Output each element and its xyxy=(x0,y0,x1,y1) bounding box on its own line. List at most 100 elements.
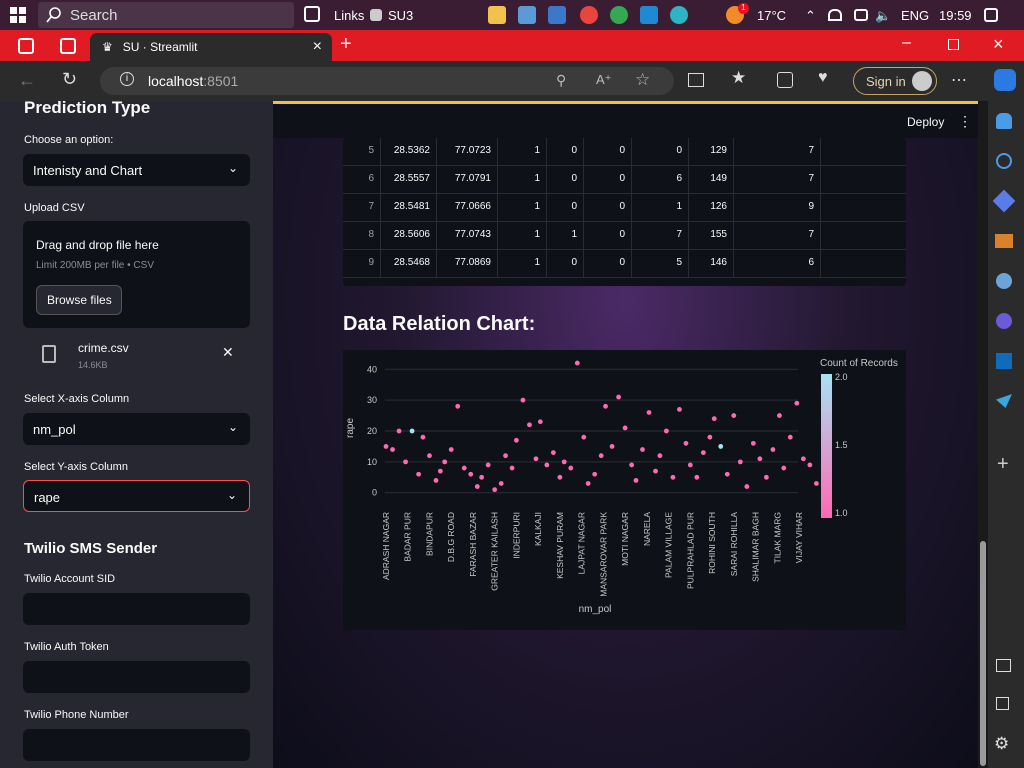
su3-label[interactable]: SU3 xyxy=(388,8,413,23)
remove-file-icon[interactable]: ✕ xyxy=(222,344,234,361)
table-row[interactable]: 9 28.5468 77.0869 1 0 0 5 146 6 xyxy=(343,250,906,278)
deploy-button[interactable]: Deploy xyxy=(907,115,944,129)
chrome-profile-icon[interactable] xyxy=(610,6,628,24)
health-icon[interactable]: ♥ xyxy=(818,69,828,87)
main-menu-icon[interactable]: ⋮ xyxy=(958,113,972,130)
back-icon[interactable]: ← xyxy=(18,70,36,91)
clock[interactable]: 19:59 xyxy=(939,8,972,23)
tab-streamlit[interactable]: ♛ SU · Streamlit × xyxy=(90,33,332,61)
data-point xyxy=(724,471,730,477)
table-cell: 28.5557 xyxy=(381,166,437,194)
tag-icon[interactable] xyxy=(992,189,1016,213)
data-point xyxy=(390,447,395,452)
table-row[interactable]: 5 28.5362 77.0723 1 0 0 0 129 7 xyxy=(343,138,906,166)
printer-icon[interactable] xyxy=(854,9,868,21)
links-label[interactable]: Links xyxy=(334,8,364,23)
scatter-chart[interactable]: 0 10 20 30 40 rape ADRASH NAGAR BADAR PUR BINDAP… xyxy=(343,350,906,630)
read-aloud-icon[interactable]: A⁺ xyxy=(596,72,612,88)
phone-number-input[interactable] xyxy=(23,729,250,761)
streamlit-header: Deploy ⋮ xyxy=(273,101,978,138)
table-cell: 77.0723 xyxy=(437,138,498,166)
colorbar-tick-label: 2.0 xyxy=(835,372,848,382)
y-axis-select[interactable]: rape ⌄ xyxy=(23,480,250,512)
account-sid-label: Twilio Account SID xyxy=(24,573,116,585)
open-external-icon[interactable] xyxy=(996,697,1009,710)
data-point xyxy=(763,474,769,480)
language-indicator[interactable]: ENG xyxy=(901,8,929,23)
data-point xyxy=(568,465,574,471)
url-field[interactable]: i localhost:8501 ⚲ A⁺ ☆ xyxy=(100,67,674,95)
table-row[interactable]: 7 28.5481 77.0666 1 0 0 1 126 9 xyxy=(343,194,906,222)
close-window-icon[interactable]: × xyxy=(993,34,1004,55)
chevron-up-icon[interactable]: ⌃ xyxy=(805,8,816,24)
data-table[interactable]: 5 28.5362 77.0723 1 0 0 0 129 7 6 28.5557 77.0791 1 0… xyxy=(343,138,906,286)
account-sid-input[interactable] xyxy=(23,593,250,625)
vscode-icon[interactable] xyxy=(640,6,658,24)
file-explorer-icon[interactable] xyxy=(488,6,506,24)
table-row[interactable]: 6 28.5557 77.0791 1 0 0 6 149 7 xyxy=(343,166,906,194)
data-point xyxy=(664,428,669,434)
send-icon[interactable] xyxy=(996,394,1012,408)
volume-icon[interactable]: 🔈 xyxy=(875,8,891,24)
data-point xyxy=(461,465,467,471)
data-point xyxy=(670,474,676,480)
data-point xyxy=(694,474,700,480)
tab-actions-icon[interactable] xyxy=(60,38,76,54)
minimize-icon[interactable]: – xyxy=(902,34,911,52)
mail-icon[interactable] xyxy=(548,6,566,24)
add-icon[interactable]: + xyxy=(997,453,1009,476)
x-tick-label: PALAM VILLAGE xyxy=(664,512,674,578)
collections-icon[interactable] xyxy=(777,72,793,88)
person-icon[interactable] xyxy=(996,273,1012,289)
split-screen-icon[interactable] xyxy=(688,73,704,87)
bell-icon[interactable] xyxy=(996,113,1012,129)
table-cell: 0 xyxy=(547,194,584,222)
settings-gear-icon[interactable]: ⚙ xyxy=(994,734,1009,754)
row-index-cell: 8 xyxy=(343,222,381,250)
table-row[interactable]: 8 28.5606 77.0743 1 1 0 7 155 7 xyxy=(343,222,906,250)
sidebar-toggle-icon[interactable] xyxy=(996,659,1011,672)
taskbar-search[interactable]: Search xyxy=(38,2,294,28)
data-point xyxy=(468,471,474,477)
data-point xyxy=(485,462,491,468)
temperature[interactable]: 17°C xyxy=(757,8,786,23)
data-point xyxy=(677,406,682,412)
windows-start-icon[interactable] xyxy=(10,7,26,23)
prediction-type-select[interactable]: Intenisty and Chart ⌄ xyxy=(23,154,250,186)
data-point xyxy=(474,484,480,489)
close-tab-icon[interactable]: × xyxy=(313,38,322,56)
network-icon[interactable] xyxy=(828,9,842,21)
workspaces-icon[interactable] xyxy=(18,38,34,54)
favorite-star-icon[interactable]: ☆ xyxy=(635,70,650,90)
file-dropzone[interactable]: Drag and drop file here Limit 200MB per … xyxy=(23,221,250,328)
phone-number-label: Twilio Phone Number xyxy=(24,709,129,721)
outlook-icon[interactable] xyxy=(996,353,1012,369)
chart-svg[interactable]: 0 10 20 30 40 rape ADRASH NAGAR BADAR PUR BINDAP… xyxy=(343,350,906,630)
site-info-icon[interactable]: i xyxy=(120,72,134,86)
browse-files-button[interactable]: Browse files xyxy=(36,285,122,315)
refresh-icon[interactable]: ↻ xyxy=(62,69,77,90)
edge-icon[interactable] xyxy=(670,6,688,24)
su3-icon[interactable] xyxy=(370,9,382,21)
restore-icon[interactable] xyxy=(948,39,959,50)
data-point xyxy=(527,422,532,428)
x-axis-select[interactable]: nm_pol ⌄ xyxy=(23,413,250,445)
page-scrollbar[interactable] xyxy=(978,101,988,768)
auth-token-input[interactable] xyxy=(23,661,250,693)
games-icon[interactable] xyxy=(996,313,1012,329)
chrome-icon[interactable] xyxy=(580,6,598,24)
notifications-icon[interactable] xyxy=(984,8,998,22)
scrollbar-thumb[interactable] xyxy=(980,541,986,766)
search-sidebar-icon[interactable] xyxy=(996,153,1012,169)
store-icon[interactable] xyxy=(518,6,536,24)
more-menu-icon[interactable]: ⋯ xyxy=(951,70,967,90)
favorites-icon[interactable]: ★ xyxy=(731,68,746,88)
choose-option-label: Choose an option: xyxy=(24,134,114,146)
new-tab-icon[interactable]: + xyxy=(340,33,352,56)
data-point xyxy=(442,459,448,465)
copilot-icon[interactable] xyxy=(994,69,1016,91)
zoom-icon[interactable]: ⚲ xyxy=(556,72,566,89)
sign-in-button[interactable]: Sign in xyxy=(853,67,937,95)
task-view-icon[interactable] xyxy=(304,6,320,22)
toolbox-icon[interactable] xyxy=(995,234,1013,248)
